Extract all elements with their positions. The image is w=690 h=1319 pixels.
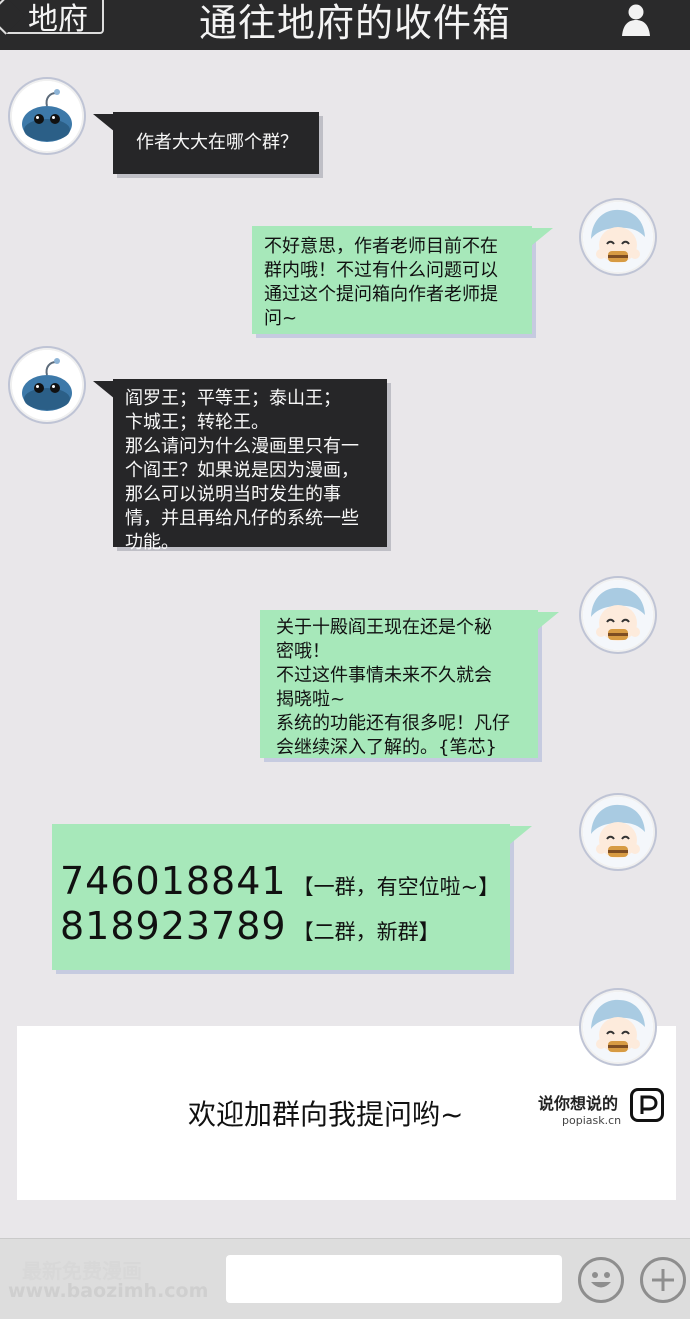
- bubble-tail: [93, 114, 115, 132]
- logo-subtext: popiask.cn: [562, 1114, 622, 1127]
- message-bubble-3[interactable]: 阎罗王；平等王；泰山王； 卞城王；转轮王。 那么请问为什么漫画里只有一 个阎王？…: [113, 379, 387, 553]
- author-avatar: [583, 797, 653, 867]
- group-row: 818923789 【二群，新群】: [60, 904, 440, 948]
- author-avatar: [583, 202, 653, 272]
- back-button[interactable]: 地府: [4, 0, 104, 37]
- logo-text: 说你想说的: [538, 1094, 619, 1113]
- group-row: 746018841 【一群，有空位啦~】: [60, 859, 499, 903]
- message-input[interactable]: [226, 1255, 562, 1303]
- popiask-logo-icon: [630, 1088, 664, 1122]
- smile-icon: [591, 1272, 611, 1288]
- group-numbers-bubble[interactable]: 746018841 【一群，有空位啦~】 818923789 【二群，新群】: [52, 824, 510, 970]
- promo-card: 欢迎加群向我提问哟~ 说你想说的 popiask.cn: [17, 1026, 676, 1200]
- input-bar: 最新免费漫画 www.baozimh.com: [0, 1238, 690, 1319]
- message-text: 作者大大在哪个群？: [136, 132, 298, 153]
- page-title: 通往地府的收件箱: [198, 1, 511, 45]
- bubble-tail: [93, 381, 115, 399]
- message-text: 关于十殿阎王现在还是个秘 密哦！ 不过这件事情未来不久就会 揭晓啦~ 系统的功能…: [276, 617, 510, 758]
- watermark-url: www.baozimh.com: [8, 1280, 209, 1302]
- bubble-tail: [531, 228, 553, 246]
- bubble-tail: [510, 826, 532, 844]
- profile-icon[interactable]: [618, 2, 654, 38]
- message-text: 阎罗王；平等王；泰山王； 卞城王；转轮王。 那么请问为什么漫画里只有一 个阎王？…: [125, 388, 359, 553]
- message-text: 不好意思，作者老师目前不在 群内哦！不过有什么问题可以 通过这个提问箱向作者老师…: [264, 236, 498, 329]
- group-note: 【一群，有空位啦~】: [292, 875, 500, 899]
- bot-avatar: [12, 81, 82, 151]
- top-bar: 地府 通往地府的收件箱: [0, 0, 690, 50]
- emoji-button[interactable]: [578, 1257, 624, 1303]
- plus-icon: [652, 1269, 674, 1291]
- welcome-text: 欢迎加群向我提问哟~: [188, 1098, 464, 1131]
- group-number: 746018841: [60, 859, 287, 903]
- message-bubble-2[interactable]: 不好意思，作者老师目前不在 群内哦！不过有什么问题可以 通过这个提问箱向作者老师…: [252, 226, 532, 334]
- bot-avatar: [12, 350, 82, 420]
- message-bubble-1[interactable]: 作者大大在哪个群？: [113, 112, 319, 174]
- group-note: 【二群，新群】: [292, 920, 440, 944]
- author-avatar: [583, 580, 653, 650]
- message-bubble-4[interactable]: 关于十殿阎王现在还是个秘 密哦！ 不过这件事情未来不久就会 揭晓啦~ 系统的功能…: [260, 610, 538, 758]
- add-button[interactable]: [640, 1257, 686, 1303]
- author-avatar: [583, 992, 653, 1062]
- group-number: 818923789: [60, 904, 287, 948]
- bubble-tail: [537, 612, 559, 630]
- back-label: 地府: [28, 2, 88, 37]
